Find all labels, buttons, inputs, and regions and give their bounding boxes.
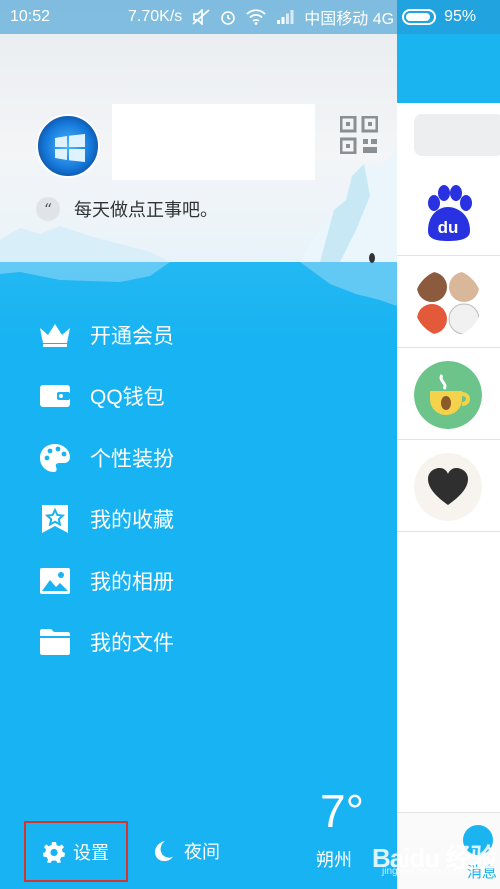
baidu-logo-avatar: du bbox=[414, 177, 482, 245]
windows-logo-icon bbox=[55, 134, 85, 162]
palette-icon bbox=[38, 443, 72, 473]
qr-code-icon[interactable] bbox=[340, 116, 378, 154]
gear-icon bbox=[43, 841, 65, 863]
signature-text: 每天做点正事吧。 bbox=[74, 200, 218, 220]
night-label: 夜间 bbox=[184, 842, 220, 862]
conversation-item[interactable] bbox=[397, 440, 500, 532]
wallet-icon bbox=[38, 381, 72, 411]
baidu-watermark-url: jingyan.baidu.com bbox=[382, 866, 463, 877]
conversation-item[interactable] bbox=[397, 348, 500, 440]
bookmark-star-icon bbox=[38, 504, 72, 534]
menu-item-album[interactable]: 我的相册 bbox=[0, 550, 397, 612]
status-time: 10:52 bbox=[10, 8, 51, 25]
menu-item-files[interactable]: 我的文件 bbox=[0, 612, 397, 674]
folder-icon bbox=[38, 627, 72, 657]
battery-percent: 95% bbox=[444, 8, 477, 25]
alarm-icon bbox=[221, 11, 236, 25]
conversation-search-box[interactable] bbox=[414, 114, 500, 156]
night-mode-button[interactable]: 夜间 bbox=[152, 838, 220, 864]
menu-item-vip[interactable]: 开通会员 bbox=[0, 304, 397, 366]
coffee-cup-avatar bbox=[414, 361, 482, 429]
nickname-placeholder[interactable] bbox=[112, 104, 315, 180]
crown-icon bbox=[38, 320, 72, 350]
weather-city[interactable]: 朔州 bbox=[316, 846, 352, 872]
menu-item-label: 我的相册 bbox=[90, 570, 174, 594]
network-speed: 7.70K/s bbox=[128, 8, 183, 25]
status-bar: 10:52 7.70K/s 中国移动 4G 95% bbox=[0, 0, 500, 34]
mute-icon bbox=[192, 9, 210, 25]
signal-icon bbox=[277, 10, 294, 24]
weather-temperature[interactable]: 7° bbox=[320, 784, 364, 838]
conversation-list-panel: du 消息 bbox=[397, 0, 500, 889]
drawer-menu: 开通会员 QQ钱包 个性装扮 我的收藏 我的相册 我的文件 bbox=[0, 304, 397, 673]
wifi-icon bbox=[246, 9, 266, 25]
svg-text:du: du bbox=[438, 218, 459, 237]
menu-item-label: 我的收藏 bbox=[90, 509, 174, 533]
side-drawer: “ 每天做点正事吧。 开通会员 QQ钱包 个性装扮 我的收藏 我的相册 我的文件… bbox=[0, 0, 397, 889]
moon-icon bbox=[155, 841, 173, 862]
heart-avatar bbox=[414, 453, 482, 521]
conversation-item[interactable] bbox=[397, 256, 500, 348]
settings-button[interactable]: 设置 bbox=[24, 821, 128, 882]
personal-signature[interactable]: “ 每天做点正事吧。 bbox=[36, 196, 218, 222]
menu-item-theme[interactable]: 个性装扮 bbox=[0, 427, 397, 489]
menu-item-wallet[interactable]: QQ钱包 bbox=[0, 366, 397, 428]
battery-icon bbox=[402, 9, 437, 25]
status-icons bbox=[192, 9, 294, 25]
group-avatar bbox=[414, 269, 482, 337]
carrier-name: 中国移动 4G bbox=[304, 11, 395, 28]
quote-icon: “ bbox=[36, 197, 60, 221]
menu-item-label: QQ钱包 bbox=[90, 386, 165, 410]
settings-label: 设置 bbox=[73, 842, 109, 863]
menu-item-label: 个性装扮 bbox=[90, 447, 174, 471]
menu-item-favorites[interactable]: 我的收藏 bbox=[0, 489, 397, 551]
photo-icon bbox=[38, 566, 72, 596]
conversation-item[interactable]: du bbox=[397, 164, 500, 256]
drawer-footer: 设置 夜间 7° 朔州 bbox=[0, 785, 397, 889]
profile-avatar[interactable] bbox=[36, 114, 100, 178]
menu-item-label: 开通会员 bbox=[90, 324, 174, 348]
menu-item-label: 我的文件 bbox=[90, 632, 174, 656]
